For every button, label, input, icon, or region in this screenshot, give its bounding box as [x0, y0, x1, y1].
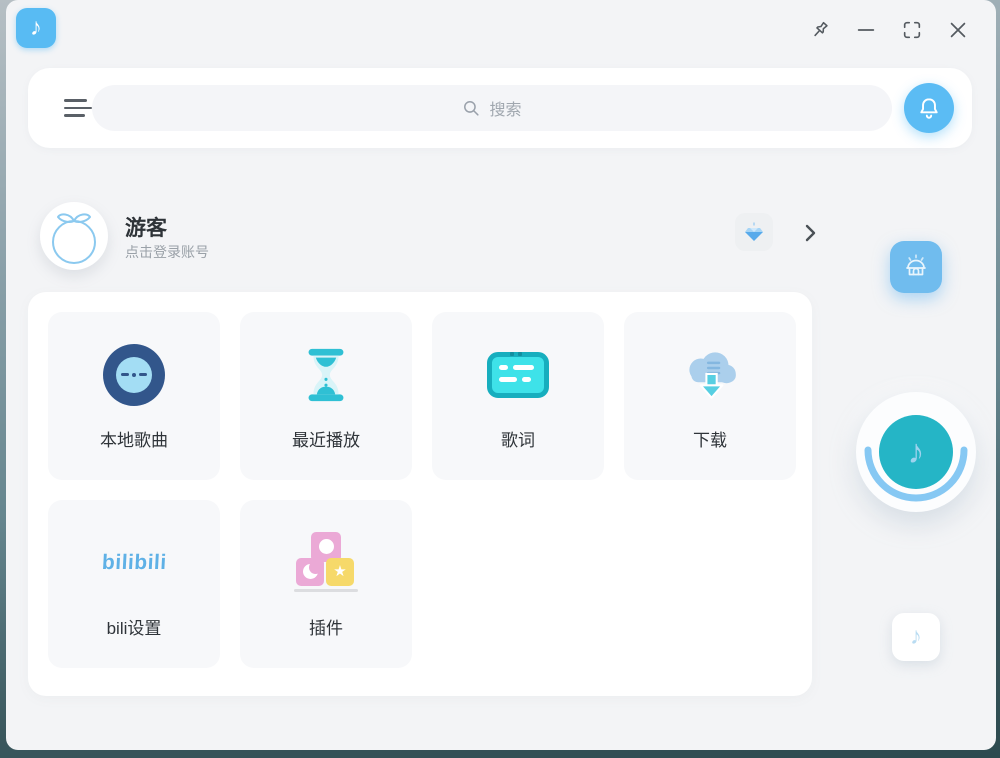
- vip-badge[interactable]: [735, 213, 773, 251]
- maximize-icon: [901, 19, 923, 41]
- app-window: ♪: [6, 0, 996, 750]
- app-logo-icon: ♪: [16, 8, 56, 48]
- menu-button[interactable]: [64, 94, 92, 122]
- card-label: 插件: [309, 614, 343, 639]
- pin-icon: [809, 19, 831, 41]
- chevron-right-icon: [798, 221, 822, 245]
- avatar[interactable]: [40, 202, 108, 270]
- hut-icon: [900, 251, 932, 283]
- search-icon: [462, 99, 481, 118]
- fruit-avatar-icon: [41, 203, 107, 269]
- notification-button[interactable]: [904, 83, 954, 133]
- card-label: 最近播放: [292, 426, 360, 451]
- card-label: 歌词: [501, 426, 535, 451]
- card-recent-played[interactable]: 最近播放: [240, 312, 412, 480]
- pin-button[interactable]: [806, 16, 834, 44]
- card-download[interactable]: 下载: [624, 312, 796, 480]
- card-lyrics[interactable]: 歌词: [432, 312, 604, 480]
- star-glyph: ★: [333, 564, 346, 579]
- hourglass-icon: [295, 342, 357, 408]
- close-button[interactable]: [944, 16, 972, 44]
- mini-player-button[interactable]: ♪: [892, 613, 940, 661]
- plugin-blocks-icon: ★: [294, 530, 358, 596]
- bell-icon: [916, 95, 942, 121]
- clef-icon: ♪: [910, 623, 922, 651]
- user-name: 游客: [125, 212, 167, 242]
- search-panel: 搜索: [28, 68, 972, 148]
- minimize-icon: [855, 19, 877, 41]
- minimize-button[interactable]: [852, 16, 880, 44]
- bilibili-logo: bilibili: [102, 530, 167, 596]
- card-local-songs[interactable]: 本地歌曲: [48, 312, 220, 480]
- search-input[interactable]: 搜索: [92, 85, 892, 131]
- play-floating-button[interactable]: ♪: [856, 392, 976, 512]
- shortcut-grid: 本地歌曲 最近播放: [28, 292, 812, 696]
- maximize-button[interactable]: [898, 16, 926, 44]
- logo-note-glyph: ♪: [30, 14, 42, 42]
- card-label: 本地歌曲: [100, 426, 168, 451]
- card-plugins[interactable]: ★ 插件: [240, 500, 412, 668]
- local-songs-icon: [103, 342, 165, 408]
- login-hint[interactable]: 点击登录账号: [125, 242, 209, 262]
- lyrics-icon: [487, 342, 549, 408]
- card-label: bili设置: [107, 614, 162, 639]
- window-controls: [806, 16, 972, 44]
- diamond-icon: [742, 220, 766, 244]
- cloud-download-icon: [677, 342, 743, 408]
- expand-account-button[interactable]: [798, 221, 822, 245]
- card-label: 下载: [693, 426, 727, 451]
- close-icon: [947, 19, 969, 41]
- card-bili-settings[interactable]: bilibili bili设置: [48, 500, 220, 668]
- music-note-icon: ♪: [908, 433, 925, 472]
- play-core: ♪: [879, 415, 953, 489]
- search-placeholder: 搜索: [489, 96, 521, 120]
- home-floating-button[interactable]: [890, 241, 942, 293]
